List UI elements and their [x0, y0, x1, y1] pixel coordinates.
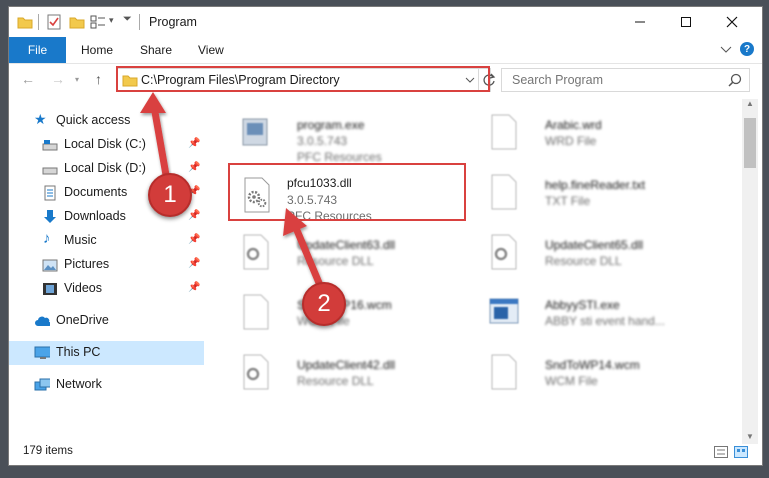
arrow-2	[283, 208, 326, 294]
step-badge-2: 2	[302, 282, 346, 326]
annotation-arrows	[140, 92, 326, 294]
step-badge-1: 1	[148, 173, 192, 217]
arrow-1	[140, 92, 170, 179]
